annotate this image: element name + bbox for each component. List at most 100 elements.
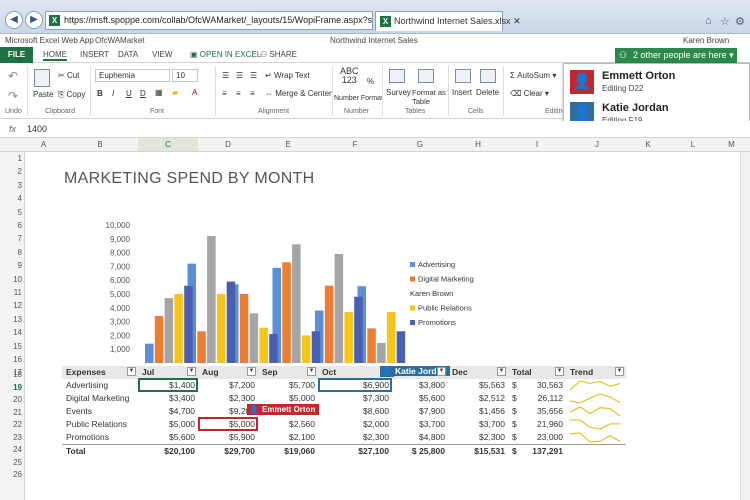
column-header-cell[interactable]: Sep: [262, 367, 278, 377]
align-center-icon[interactable]: ≡: [236, 89, 241, 98]
clear-button[interactable]: ⌫ Clear ▾: [510, 89, 549, 98]
table-cell[interactable]: $5,563: [479, 380, 505, 390]
address-bar[interactable]: Xhttps://msft.spoppe.com/collab/OfcWAMar…: [45, 11, 373, 30]
tab-data[interactable]: DATA: [118, 50, 138, 59]
row-header-23[interactable]: 23: [0, 433, 22, 442]
row-header-16[interactable]: 16: [0, 355, 22, 364]
row-header-24[interactable]: 24: [0, 445, 22, 454]
gear-icon[interactable]: ⚙: [735, 15, 745, 28]
table-cell[interactable]: $7,900: [419, 406, 445, 416]
row-header-12[interactable]: 12: [0, 301, 22, 310]
close-tab-icon[interactable]: ✕: [513, 16, 521, 26]
row-header-21[interactable]: 21: [0, 408, 22, 417]
table-cell[interactable]: $5,600: [169, 432, 195, 442]
table-cell[interactable]: $4,700: [169, 406, 195, 416]
row-header-9[interactable]: 9: [0, 261, 22, 270]
table-cell[interactable]: $2,512: [479, 393, 505, 403]
undo-icon[interactable]: ↶: [8, 69, 18, 83]
table-cell[interactable]: $3,700: [479, 419, 505, 429]
vertical-scrollbar[interactable]: [740, 152, 750, 500]
column-header-m[interactable]: M: [718, 140, 745, 149]
row-header-14[interactable]: 14: [0, 328, 22, 337]
table-cell[interactable]: $2,300: [229, 393, 255, 403]
tab-insert[interactable]: INSERT: [80, 50, 109, 59]
align-bottom-icon[interactable]: ☰: [250, 71, 257, 80]
insert-button[interactable]: Insert: [452, 88, 472, 97]
filter-dropdown-icon[interactable]: ▼: [437, 367, 446, 376]
align-middle-icon[interactable]: ☰: [236, 71, 243, 80]
font-size-select[interactable]: 10: [172, 69, 198, 82]
row-header-3[interactable]: 3: [0, 181, 22, 190]
table-cell[interactable]: $5,700: [289, 380, 315, 390]
filter-dropdown-icon[interactable]: ▼: [127, 367, 136, 376]
table-cell[interactable]: $3,400: [169, 393, 195, 403]
table-cell[interactable]: $8,600: [363, 406, 389, 416]
selected-cell-c19[interactable]: [138, 378, 198, 392]
align-right-icon[interactable]: ≡: [250, 89, 255, 98]
browser-tab[interactable]: X Northwind Internet Sales.xlsx ✕: [375, 11, 521, 31]
total-cell[interactable]: 30,563: [537, 380, 563, 390]
row-header-18[interactable]: 18: [0, 370, 22, 379]
column-header-f[interactable]: F: [318, 140, 392, 149]
formula-bar[interactable]: fx 1400: [0, 121, 750, 138]
column-header-b[interactable]: B: [62, 140, 138, 149]
row-header-13[interactable]: 13: [0, 315, 22, 324]
total-cell[interactable]: 137,291: [532, 446, 563, 456]
collab-cell-f19[interactable]: [318, 378, 392, 392]
table-cell[interactable]: $3,800: [419, 380, 445, 390]
column-header-a[interactable]: A: [25, 140, 62, 149]
column-header-j[interactable]: J: [566, 140, 628, 149]
filter-dropdown-icon[interactable]: ▼: [307, 367, 316, 376]
italic-button[interactable]: I: [112, 89, 114, 98]
wrap-text-button[interactable]: ↵ Wrap Text: [265, 71, 310, 80]
column-header-g[interactable]: G: [392, 140, 448, 149]
total-cell[interactable]: 35,656: [537, 406, 563, 416]
product-name[interactable]: Microsoft Excel Web App: [5, 36, 94, 45]
format-table-icon[interactable]: [418, 69, 434, 83]
autosum-button[interactable]: Σ AutoSum ▾: [510, 71, 556, 80]
table-cell[interactable]: $7,300: [363, 393, 389, 403]
table-cell[interactable]: $3,700: [419, 419, 445, 429]
table-cell[interactable]: $20,100: [164, 446, 195, 456]
row-header-5[interactable]: 5: [0, 208, 22, 217]
cut-button[interactable]: ✂ Cut: [58, 71, 79, 80]
table-cell[interactable]: $5,000: [289, 393, 315, 403]
number-format-button[interactable]: Number Format: [334, 95, 383, 102]
total-cell[interactable]: 26,112: [538, 393, 563, 403]
row-header-4[interactable]: 4: [0, 194, 22, 203]
table-cell[interactable]: $27,100: [358, 446, 389, 456]
row-header-2[interactable]: 2: [0, 167, 22, 176]
row-header-7[interactable]: 7: [0, 234, 22, 243]
table-cell[interactable]: $2,300: [363, 432, 389, 442]
insert-cells-icon[interactable]: [455, 69, 471, 83]
table-cell[interactable]: $2,100: [289, 432, 315, 442]
row-header-1[interactable]: 1: [0, 154, 22, 163]
table-cell[interactable]: $5,900: [229, 432, 255, 442]
home-icon[interactable]: ⌂: [705, 15, 712, 27]
redo-icon[interactable]: ↷: [8, 89, 18, 103]
tab-view[interactable]: VIEW: [152, 50, 172, 59]
row-header-25[interactable]: 25: [0, 458, 22, 467]
collab-cell-d22[interactable]: [198, 417, 258, 431]
delete-button[interactable]: Delete: [476, 88, 499, 97]
percent-icon[interactable]: %: [367, 77, 374, 86]
table-cell[interactable]: $15,531: [474, 446, 505, 456]
fill-color-icon[interactable]: ▰: [172, 88, 178, 97]
row-header-15[interactable]: 15: [0, 342, 22, 351]
column-header-cell[interactable]: Trend: [570, 367, 593, 377]
row-header-10[interactable]: 10: [0, 275, 22, 284]
column-header-i[interactable]: I: [508, 140, 566, 149]
table-cell[interactable]: $7,200: [229, 380, 255, 390]
survey-icon[interactable]: [389, 69, 405, 83]
filter-dropdown-icon[interactable]: ▼: [615, 367, 624, 376]
favorites-star-icon[interactable]: ☆: [720, 15, 730, 28]
table-cell[interactable]: $5,000: [169, 419, 195, 429]
table-cell[interactable]: $1,456: [479, 406, 505, 416]
table-cell[interactable]: $ 25,800: [412, 446, 445, 456]
survey-button[interactable]: Survey: [386, 88, 411, 97]
column-header-k[interactable]: K: [628, 140, 668, 149]
bold-button[interactable]: B: [97, 89, 103, 98]
presence-button[interactable]: ⚇ 2 other people are here ▾: [615, 48, 737, 63]
filter-dropdown-icon[interactable]: ▼: [187, 367, 196, 376]
column-header-cell[interactable]: Jul: [142, 367, 154, 377]
